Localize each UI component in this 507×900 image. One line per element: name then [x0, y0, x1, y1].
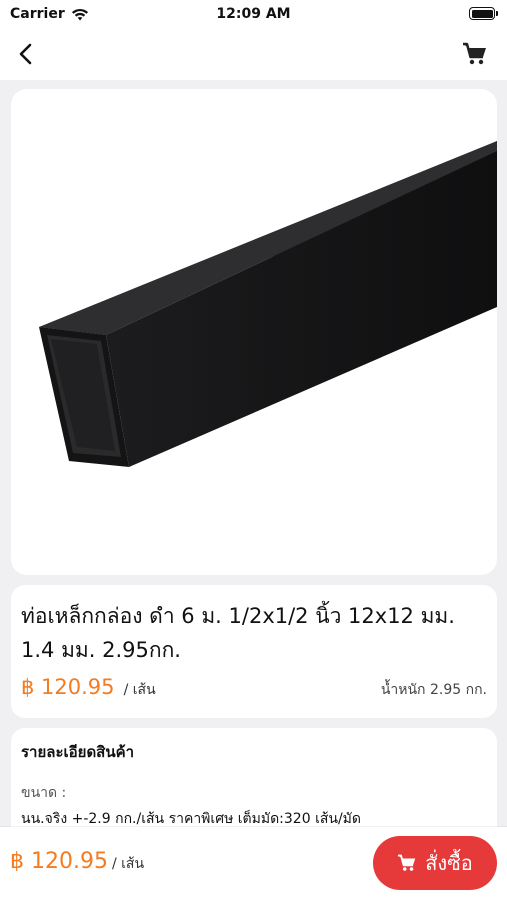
product-image-card	[11, 89, 497, 575]
status-time: 12:09 AM	[216, 6, 291, 22]
detail-heading: รายละเอียดสินค้า	[21, 743, 135, 761]
back-button[interactable]	[8, 36, 44, 72]
cart-icon	[398, 854, 416, 871]
price-row: ฿ 120.95 / เส้น น้ำหนัก 2.95 กก.	[21, 675, 487, 701]
bottom-price-unit: / เส้น	[111, 856, 145, 872]
nav-bar	[0, 30, 507, 80]
product-title: ท่อเหล็กกล่อง ดำ 6 ม. 1/2x1/2 นิ้ว 12x12…	[21, 604, 455, 662]
product-price: ฿ 120.95	[21, 675, 115, 699]
order-button-label: สั่งซื้อ	[425, 851, 473, 875]
bottom-price-value: ฿ 120.95	[10, 849, 108, 874]
product-weight: น้ำหนัก 2.95 กก.	[380, 682, 487, 698]
product-info-card: ท่อเหล็กกล่อง ดำ 6 ม. 1/2x1/2 นิ้ว 12x12…	[11, 585, 497, 718]
cart-icon	[463, 42, 486, 65]
size-label: ขนาด :	[21, 785, 67, 801]
chevron-left-icon	[19, 43, 32, 65]
battery-icon	[469, 7, 498, 20]
product-unit: / เส้น	[123, 682, 156, 698]
order-button[interactable]: สั่งซื้อ	[373, 836, 497, 890]
bottom-price: ฿ 120.95 / เส้น	[10, 849, 144, 875]
product-image	[39, 141, 497, 467]
cart-button[interactable]	[457, 36, 493, 72]
status-bar: Carrier 12:09 AM	[0, 0, 507, 30]
bottom-bar: ฿ 120.95 / เส้น สั่งซื้อ	[0, 827, 507, 900]
